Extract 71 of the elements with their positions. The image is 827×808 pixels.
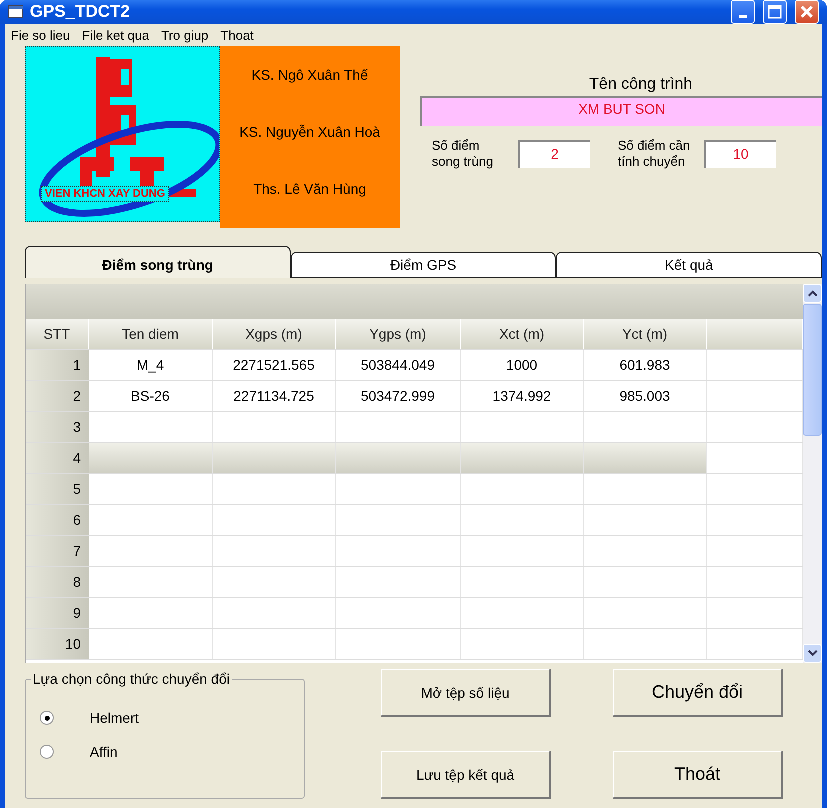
table-row[interactable]: 8 [26, 567, 803, 598]
scroll-up-icon[interactable] [803, 284, 822, 303]
count-label: Số điểm song trùng [432, 138, 494, 170]
row-number: 10 [26, 629, 89, 659]
row-number: 9 [26, 598, 89, 628]
close-button[interactable] [795, 0, 819, 24]
maximize-icon [768, 5, 782, 19]
menu-item[interactable]: File ket qua [82, 28, 150, 42]
row-number: 7 [26, 536, 89, 566]
author-name: Ths. Lê Văn Hùng [254, 181, 366, 198]
group-title: Lựa chọn công thức chuyển đổi [31, 671, 232, 687]
table-cell: 503472.999 [336, 381, 461, 411]
author-name: KS. Ngô Xuân Thế [252, 66, 368, 83]
count-field[interactable]: 10 [704, 140, 776, 168]
column-header: Xgps (m) [213, 319, 336, 349]
column-header: Ten diem [89, 319, 213, 349]
table-cell: 1374.992 [461, 381, 584, 411]
tab[interactable]: Điểm song trùng [25, 246, 291, 278]
scroll-down-icon[interactable] [803, 644, 822, 663]
table-cell: M_4 [89, 350, 213, 380]
maximize-button[interactable] [763, 0, 787, 24]
row-number: 4 [26, 443, 89, 473]
table-row[interactable]: 10 [26, 629, 803, 660]
column-header: Ygps (m) [336, 319, 461, 349]
radio-button[interactable] [40, 711, 54, 725]
table-row[interactable]: 9 [26, 598, 803, 629]
table-row[interactable]: 2 BS-26 2271134.725 503472.999 1374.992 985.003 [26, 381, 803, 412]
action-button[interactable]: Mở tệp số liệu [381, 669, 551, 717]
row-number: 5 [26, 474, 89, 504]
minimize-button[interactable] [731, 0, 755, 24]
window-title: GPS_TDCT2 [30, 2, 132, 22]
author-name: KS. Nguyễn Xuân Hoà [240, 124, 380, 140]
radio-label: Helmert [90, 710, 140, 726]
app-icon [8, 5, 24, 19]
table-cell: 2271521.565 [213, 350, 336, 380]
count-field[interactable]: 2 [518, 140, 590, 168]
table-cell: BS-26 [89, 381, 213, 411]
table-row[interactable]: 1 M_4 2271521.565 503844.049 1000 601.983 [26, 350, 803, 381]
column-header: Yct (m) [584, 319, 707, 349]
row-number: 1 [26, 350, 89, 380]
row-number: 6 [26, 505, 89, 535]
tab[interactable]: Điểm GPS [290, 252, 556, 278]
count-label: Số điểm cần tính chuyển [618, 138, 692, 170]
scrollbar-thumb[interactable] [803, 304, 822, 436]
column-header: Xct (m) [461, 319, 584, 349]
project-label: Tên công trình [588, 76, 694, 94]
table-row[interactable]: 6 [26, 505, 803, 536]
table-cell: 985.003 [584, 381, 707, 411]
menu-item[interactable]: Tro giup [161, 28, 209, 42]
table-row[interactable]: 4 [26, 443, 803, 474]
table-row[interactable]: 5 [26, 474, 803, 505]
row-number: 2 [26, 381, 89, 411]
table-row[interactable]: 7 [26, 536, 803, 567]
action-button[interactable]: Lưu tệp kết quả [381, 751, 551, 799]
radio-button[interactable] [40, 745, 54, 759]
column-header: STT [26, 319, 89, 349]
row-number: 8 [26, 567, 89, 597]
menu-item[interactable]: Thoat [220, 28, 254, 42]
logo-text: VIEN KHCN XAY DUNG [41, 186, 170, 202]
row-number: 3 [26, 412, 89, 442]
menu-item[interactable]: Fie so lieu [11, 28, 70, 42]
tab[interactable]: Kết quả [556, 252, 822, 278]
close-icon [800, 5, 814, 19]
action-button[interactable]: Thoát [613, 751, 783, 799]
table-cell: 2271134.725 [213, 381, 336, 411]
action-button[interactable]: Chuyển đổi [613, 669, 783, 717]
minimize-icon [739, 14, 747, 18]
table-cell: 503844.049 [336, 350, 461, 380]
table-cell: 1000 [461, 350, 584, 380]
table-cell: 601.983 [584, 350, 707, 380]
radio-label: Affin [90, 744, 118, 760]
